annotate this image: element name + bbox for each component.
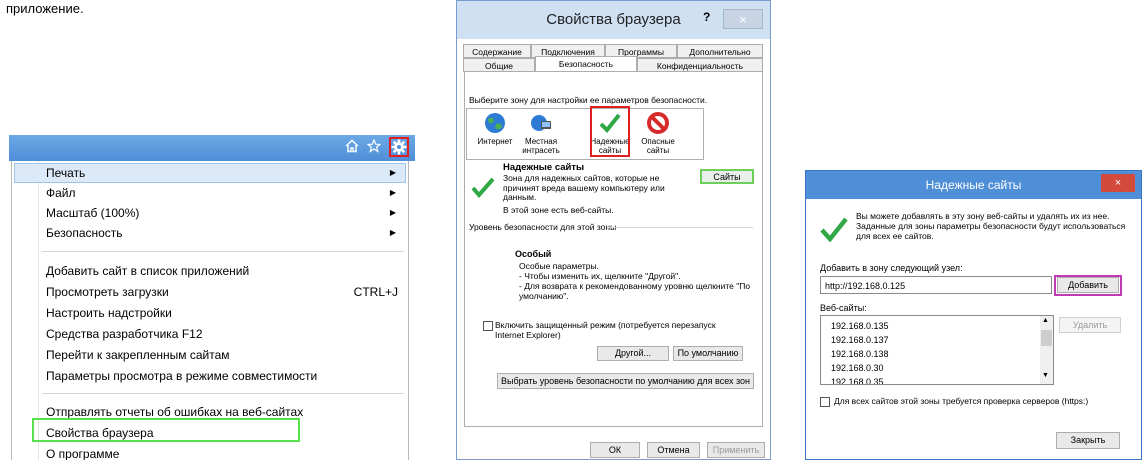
- menu-item-pinned-sites[interactable]: Перейти к закрепленным сайтам: [46, 345, 230, 365]
- apply-button[interactable]: Применить: [707, 442, 765, 458]
- help-button[interactable]: ?: [703, 10, 710, 24]
- default-level-button[interactable]: По умолчанию: [673, 346, 743, 361]
- menu-item-manage-addons[interactable]: Настроить надстройки: [46, 303, 172, 323]
- menu-shortcut-downloads: CTRL+J: [353, 285, 398, 299]
- menu-separator: [42, 251, 404, 252]
- select-zone-label: Выберите зону для настройки ее параметро…: [469, 95, 708, 105]
- zone-description: Зона для надежных сайтов, которые не при…: [503, 173, 665, 202]
- add-site-label: Добавить в зону следующий узел:: [820, 263, 963, 273]
- list-scrollbar[interactable]: ▲ ▼: [1040, 316, 1053, 384]
- highlight-gear: [389, 137, 409, 157]
- menu-item-view-downloads[interactable]: Просмотреть загрузки: [46, 282, 169, 302]
- trusted-info-text: Вы можете добавлять в эту зону веб-сайты…: [856, 211, 1126, 241]
- menu-item-print[interactable]: Печать: [46, 163, 85, 183]
- security-level-line1: Особые параметры.: [519, 261, 599, 271]
- zone-restricted-sites[interactable]: Опасные сайты: [637, 111, 679, 155]
- zone-label: Опасные сайты: [641, 137, 675, 155]
- scroll-thumb[interactable]: [1041, 330, 1052, 346]
- zone-label: Местная интрасеть: [522, 137, 560, 155]
- highlight-trusted-zone: [590, 106, 630, 157]
- menu-item-security[interactable]: Безопасность: [46, 223, 123, 243]
- submenu-arrow-icon: ▶: [389, 188, 396, 197]
- list-item[interactable]: 192.168.0.135: [831, 319, 889, 333]
- zone-internet[interactable]: Интернет: [474, 111, 516, 146]
- remove-button[interactable]: Удалить: [1059, 317, 1121, 333]
- protected-mode-checkbox[interactable]: [483, 321, 493, 331]
- ie-tools-menu-panel: Печать ▶ Файл ▶ Масштаб (100%) ▶ Безопас…: [9, 135, 415, 460]
- menu-item-dev-tools[interactable]: Средства разработчика F12: [46, 324, 203, 344]
- scroll-down-icon[interactable]: ▼: [1042, 372, 1049, 379]
- dialog-title: Надежные сайты: [925, 178, 1022, 192]
- security-level-line3: - Для возврата к рекомендованному уровню…: [519, 281, 751, 301]
- highlight-internet-options: [32, 418, 300, 442]
- scroll-up-icon[interactable]: ▲: [1042, 317, 1049, 324]
- dialog-titlebar: Свойства браузера ? ×: [457, 1, 770, 39]
- websites-list[interactable]: 192.168.0.135 192.168.0.137 192.168.0.13…: [820, 315, 1054, 385]
- group-border: [607, 227, 753, 228]
- zone-label: Интернет: [477, 137, 513, 146]
- caption-text: приложение.: [6, 1, 84, 16]
- require-https-checkbox[interactable]: [820, 397, 830, 407]
- tab-advanced[interactable]: Дополнительно: [677, 44, 763, 58]
- ok-button[interactable]: ОК: [590, 442, 640, 458]
- close-dialog-button[interactable]: Закрыть: [1056, 432, 1120, 449]
- tab-security[interactable]: Безопасность: [535, 56, 637, 72]
- zone-local-intranet[interactable]: Местная интрасеть: [520, 111, 562, 155]
- browser-properties-dialog: Свойства браузера ? × Содержание Подключ…: [456, 0, 771, 460]
- star-icon[interactable]: [365, 138, 383, 157]
- menu-item-compat-view[interactable]: Параметры просмотра в режиме совместимос…: [46, 366, 317, 386]
- tab-content[interactable]: Содержание: [463, 44, 531, 58]
- zone-checkmark-icon: [471, 176, 495, 203]
- list-item[interactable]: 192.168.0.137: [831, 333, 889, 347]
- security-level-group-label: Уровень безопасности для этой зоны: [469, 222, 617, 232]
- submenu-arrow-icon: ▶: [389, 228, 396, 237]
- tools-dropdown-menu: Печать ▶ Файл ▶ Масштаб (100%) ▶ Безопас…: [11, 161, 409, 460]
- zone-has-sites-text: В этой зоне есть веб-сайты.: [503, 205, 614, 215]
- highlight-add-button: [1054, 275, 1122, 296]
- websites-label: Веб-сайты:: [820, 303, 867, 313]
- default-all-zones-button[interactable]: Выбрать уровень безопасности по умолчани…: [497, 373, 754, 389]
- security-level-name: Особый: [515, 249, 552, 259]
- menu-item-zoom[interactable]: Масштаб (100%): [46, 203, 139, 223]
- list-item[interactable]: 192.168.0.138: [831, 347, 889, 361]
- menu-gutter: [12, 161, 39, 460]
- menu-separator: [42, 393, 404, 394]
- trusted-sites-dialog: Надежные сайты × Вы можете добавлять в э…: [805, 170, 1142, 460]
- cancel-button[interactable]: Отмена: [647, 442, 700, 458]
- menu-item-add-site-to-apps[interactable]: Добавить сайт в список приложений: [46, 261, 249, 281]
- home-icon[interactable]: [343, 139, 361, 157]
- other-level-button[interactable]: Другой...: [597, 346, 669, 361]
- intranet-icon: [531, 115, 551, 131]
- checkmark-icon: [820, 216, 848, 247]
- submenu-arrow-icon: ▶: [389, 208, 396, 217]
- tab-privacy[interactable]: Конфиденциальность: [637, 58, 763, 72]
- add-site-input[interactable]: http://192.168.0.125: [820, 276, 1052, 294]
- sites-button[interactable]: Сайты: [700, 169, 754, 184]
- menu-item-about[interactable]: О программе: [46, 444, 119, 460]
- protected-mode-label: Включить защищенный режим (потребуется п…: [495, 320, 716, 340]
- zone-heading: Надежные сайты: [503, 162, 585, 173]
- dialog-titlebar: Надежные сайты ×: [806, 171, 1141, 199]
- list-item[interactable]: 192.168.0.30: [831, 361, 884, 375]
- list-item[interactable]: 192.168.0.35: [831, 375, 884, 384]
- tab-general[interactable]: Общие: [463, 58, 535, 72]
- globe-icon: [485, 113, 505, 133]
- close-button[interactable]: ×: [1101, 174, 1135, 192]
- require-https-label: Для всех сайтов этой зоны требуется пров…: [834, 396, 1089, 406]
- menu-item-file[interactable]: Файл: [46, 183, 76, 203]
- forbidden-icon: [647, 112, 669, 134]
- ie-toolbar: [9, 135, 415, 161]
- close-button[interactable]: ×: [723, 9, 763, 29]
- security-level-line2: - Чтобы изменить их, щелкните "Другой".: [519, 271, 681, 281]
- submenu-arrow-icon: ▶: [389, 168, 396, 177]
